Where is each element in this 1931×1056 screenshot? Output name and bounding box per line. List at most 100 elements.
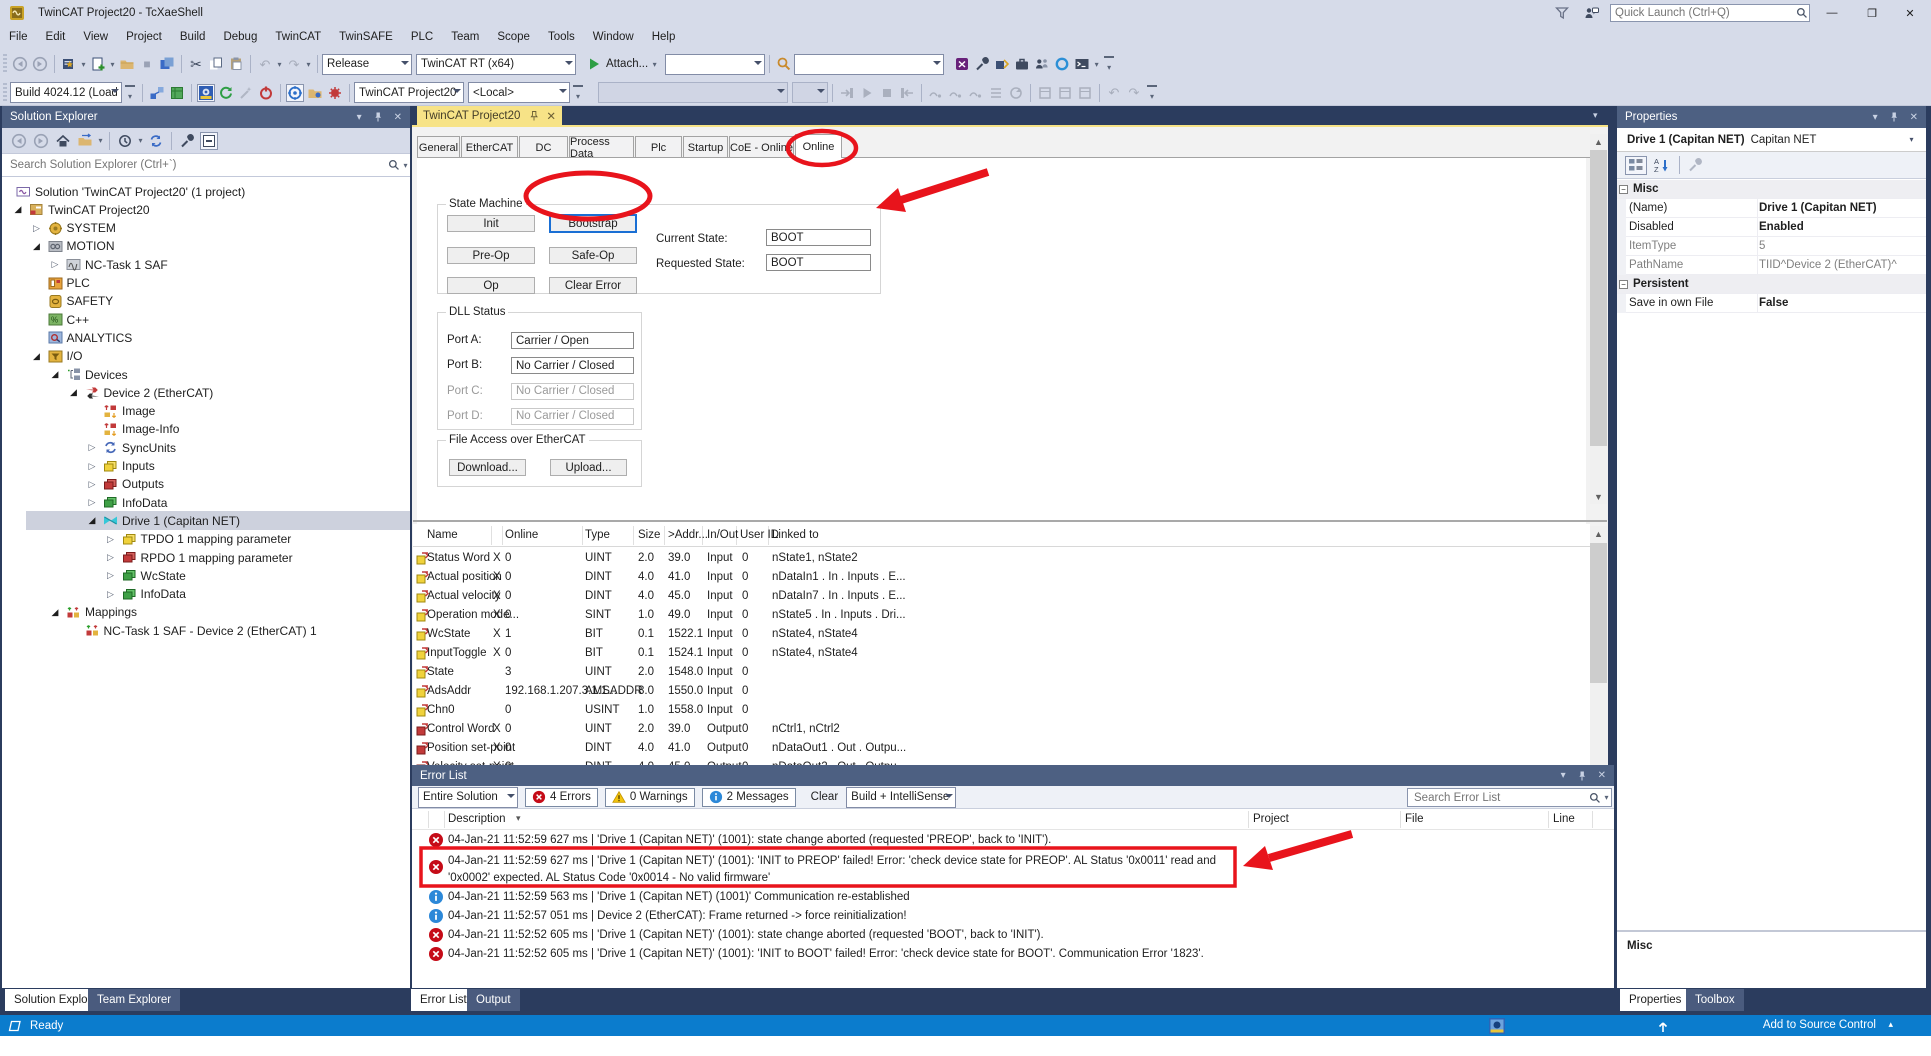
tree-item-motion[interactable]: ◢MOTION bbox=[2, 237, 410, 256]
clean-icon[interactable] bbox=[1076, 84, 1094, 102]
tree-item-inputs[interactable]: ▷Inputs bbox=[2, 457, 410, 476]
collapse-icon[interactable]: ◢ bbox=[49, 369, 61, 380]
help-tool-icon[interactable] bbox=[1053, 55, 1071, 73]
scan-icon[interactable] bbox=[237, 84, 255, 102]
forward-icon[interactable] bbox=[32, 132, 50, 150]
breakpoints-icon[interactable] bbox=[987, 84, 1005, 102]
quick-launch[interactable] bbox=[1610, 4, 1810, 22]
grid-col-inout[interactable]: In/Out bbox=[707, 529, 738, 541]
upload-button[interactable]: Upload... bbox=[550, 459, 627, 476]
chevron-down-icon[interactable]: ▾ bbox=[304, 56, 313, 72]
tree-item-mappings[interactable]: ◢Mappings bbox=[2, 603, 410, 622]
grid-row-inputtoggle[interactable]: InputToggleX0BIT0.11524.1Input0nState4, … bbox=[413, 644, 1590, 663]
tree-item-plc[interactable]: PLC bbox=[2, 274, 410, 293]
sort-alphabetical-icon[interactable]: AZ bbox=[1651, 156, 1673, 175]
tree-item-wcstate[interactable]: ▷WcState bbox=[2, 566, 410, 585]
error-row[interactable]: 04-Jan-21 11:52:52 605 ms | 'Drive 1 (Ca… bbox=[412, 944, 1614, 963]
error-row[interactable]: 04-Jan-21 11:52:52 605 ms | 'Drive 1 (Ca… bbox=[412, 925, 1614, 944]
menu-scope[interactable]: Scope bbox=[488, 28, 539, 46]
filter-icon[interactable] bbox=[1553, 4, 1571, 22]
tree-item-system[interactable]: ▷SYSTEM bbox=[2, 219, 410, 238]
step-into-icon[interactable] bbox=[947, 84, 965, 102]
tab-dc[interactable]: DC bbox=[519, 136, 568, 158]
link-icon[interactable] bbox=[148, 84, 166, 102]
cut-icon[interactable]: ✂ bbox=[187, 55, 205, 73]
tree-item-devices[interactable]: ◢Devices bbox=[2, 365, 410, 384]
clear-button[interactable]: Clear bbox=[803, 791, 846, 803]
tree-item-syncunits[interactable]: ▷SyncUnits bbox=[2, 438, 410, 457]
close-icon[interactable]: ✕ bbox=[394, 112, 402, 123]
nav-back-icon[interactable] bbox=[11, 55, 29, 73]
chevron-down-icon[interactable]: ▾ bbox=[275, 56, 284, 72]
grid-col-online[interactable]: Online bbox=[505, 529, 538, 541]
tab-toolbox[interactable]: Toolbox bbox=[1686, 989, 1744, 1011]
add-to-source-control[interactable]: Add to Source Control bbox=[1763, 1019, 1876, 1031]
grid-col-addr[interactable]: >Addr... bbox=[668, 529, 708, 541]
tree-item-nc-task-1-saf-device-2-ethercat-1[interactable]: NC-Task 1 SAF - Device 2 (EtherCAT) 1 bbox=[2, 621, 410, 640]
show-realtime-icon[interactable] bbox=[306, 84, 324, 102]
menu-help[interactable]: Help bbox=[643, 28, 685, 46]
toolbar-overflow-icon[interactable]: ▾ bbox=[573, 85, 583, 101]
window-position-icon[interactable]: ▾ bbox=[1873, 112, 1878, 123]
expand-icon[interactable]: ▷ bbox=[49, 259, 61, 270]
expand-icon[interactable]: ▷ bbox=[105, 570, 117, 581]
community-tool-icon[interactable] bbox=[1033, 55, 1051, 73]
tree-item-outputs[interactable]: ▷Outputs bbox=[2, 475, 410, 494]
expand-icon[interactable]: ▷ bbox=[105, 589, 117, 600]
expand-icon[interactable]: ▷ bbox=[31, 223, 43, 234]
property-row-save-in-own-file[interactable]: Save in own FileFalse bbox=[1617, 294, 1926, 313]
clear-error-button[interactable]: Clear Error bbox=[549, 277, 637, 294]
property-category[interactable]: −Persistent bbox=[1617, 275, 1926, 294]
plc-login-icon[interactable] bbox=[838, 84, 856, 102]
init-button[interactable]: Init bbox=[447, 215, 535, 232]
menu-view[interactable]: View bbox=[74, 28, 117, 46]
menu-twinsafe[interactable]: TwinSAFE bbox=[330, 28, 402, 46]
error-scope-combo[interactable]: Entire Solution bbox=[418, 787, 518, 808]
export-tool-icon[interactable] bbox=[993, 55, 1011, 73]
chevron-down-icon[interactable]: ▾ bbox=[79, 56, 88, 72]
grid-row-adsaddr[interactable]: AdsAddr192.168.1.207.3.1:1...AMSADDR8.01… bbox=[413, 682, 1590, 701]
close-icon[interactable]: ✕ bbox=[546, 109, 556, 123]
col-project[interactable]: Project bbox=[1253, 813, 1289, 825]
clock-pending-icon[interactable] bbox=[116, 132, 134, 150]
messages-filter-button[interactable]: 2 Messages bbox=[702, 788, 796, 807]
tab-general[interactable]: General bbox=[417, 136, 460, 158]
quick-launch-input[interactable] bbox=[1611, 7, 1795, 19]
properties-object-row[interactable]: Drive 1 (Capitan NET) Capitan NET ▾ bbox=[1617, 128, 1926, 152]
plc-instance-combo[interactable] bbox=[792, 82, 828, 103]
property-row-disabled[interactable]: DisabledEnabled bbox=[1617, 218, 1926, 237]
paste-icon[interactable] bbox=[227, 55, 245, 73]
solution-search-input[interactable] bbox=[2, 159, 387, 171]
error-row[interactable]: 04-Jan-21 11:52:57 051 ms | Device 2 (Et… bbox=[412, 906, 1614, 925]
expand-icon[interactable]: ▷ bbox=[105, 534, 117, 545]
chevron-down-icon[interactable]: ▾ bbox=[401, 157, 410, 173]
tree-item-solution-twincat-project20-1-project[interactable]: Solution 'TwinCAT Project20' (1 project) bbox=[2, 182, 410, 201]
undo-icon[interactable]: ↶ bbox=[256, 55, 274, 73]
collapse-icon[interactable]: ◢ bbox=[12, 204, 24, 215]
grid-row-state[interactable]: State3UINT2.01548.0Input0 bbox=[413, 663, 1590, 682]
collapse-icon[interactable]: − bbox=[1619, 280, 1628, 289]
find-in-files-icon[interactable] bbox=[775, 55, 793, 73]
error-row[interactable]: 04-Jan-21 11:52:59 627 ms | 'Drive 1 (Ca… bbox=[412, 849, 1614, 887]
feedback-icon[interactable] bbox=[1583, 4, 1601, 22]
plc-logout-icon[interactable] bbox=[898, 84, 916, 102]
window-position-icon[interactable]: ▾ bbox=[1561, 770, 1566, 781]
grid-row-chn0[interactable]: Chn00USINT1.01558.0Input0 bbox=[413, 701, 1590, 720]
tree-item-device-2-ethercat[interactable]: ◢Device 2 (EtherCAT) bbox=[2, 383, 410, 402]
expand-icon[interactable]: ▷ bbox=[86, 461, 98, 472]
tree-item-tpdo-1-mapping-parameter[interactable]: ▷TPDO 1 mapping parameter bbox=[2, 530, 410, 549]
pin-icon[interactable] bbox=[372, 111, 384, 123]
solution-configuration-combo[interactable]: Release bbox=[322, 54, 412, 75]
tab-coe-online[interactable]: CoE - Online bbox=[729, 136, 794, 158]
tree-item-rpdo-1-mapping-parameter[interactable]: ▷RPDO 1 mapping parameter bbox=[2, 548, 410, 567]
toolbox-tool-icon[interactable] bbox=[1013, 55, 1031, 73]
open-file-icon[interactable] bbox=[118, 55, 136, 73]
error-row[interactable]: 04-Jan-21 11:52:59 627 ms | 'Drive 1 (Ca… bbox=[412, 830, 1614, 849]
window-position-icon[interactable]: ▾ bbox=[357, 112, 362, 123]
restart-twincat-icon[interactable] bbox=[257, 84, 275, 102]
tree-item-i-o[interactable]: ◢I/O bbox=[2, 347, 410, 366]
sync-pair-icon[interactable] bbox=[147, 132, 165, 150]
chevron-down-icon[interactable]: ▾ bbox=[108, 56, 117, 72]
plc-undo-icon[interactable]: ↶ bbox=[1105, 84, 1123, 102]
pin-icon[interactable] bbox=[1576, 770, 1588, 782]
